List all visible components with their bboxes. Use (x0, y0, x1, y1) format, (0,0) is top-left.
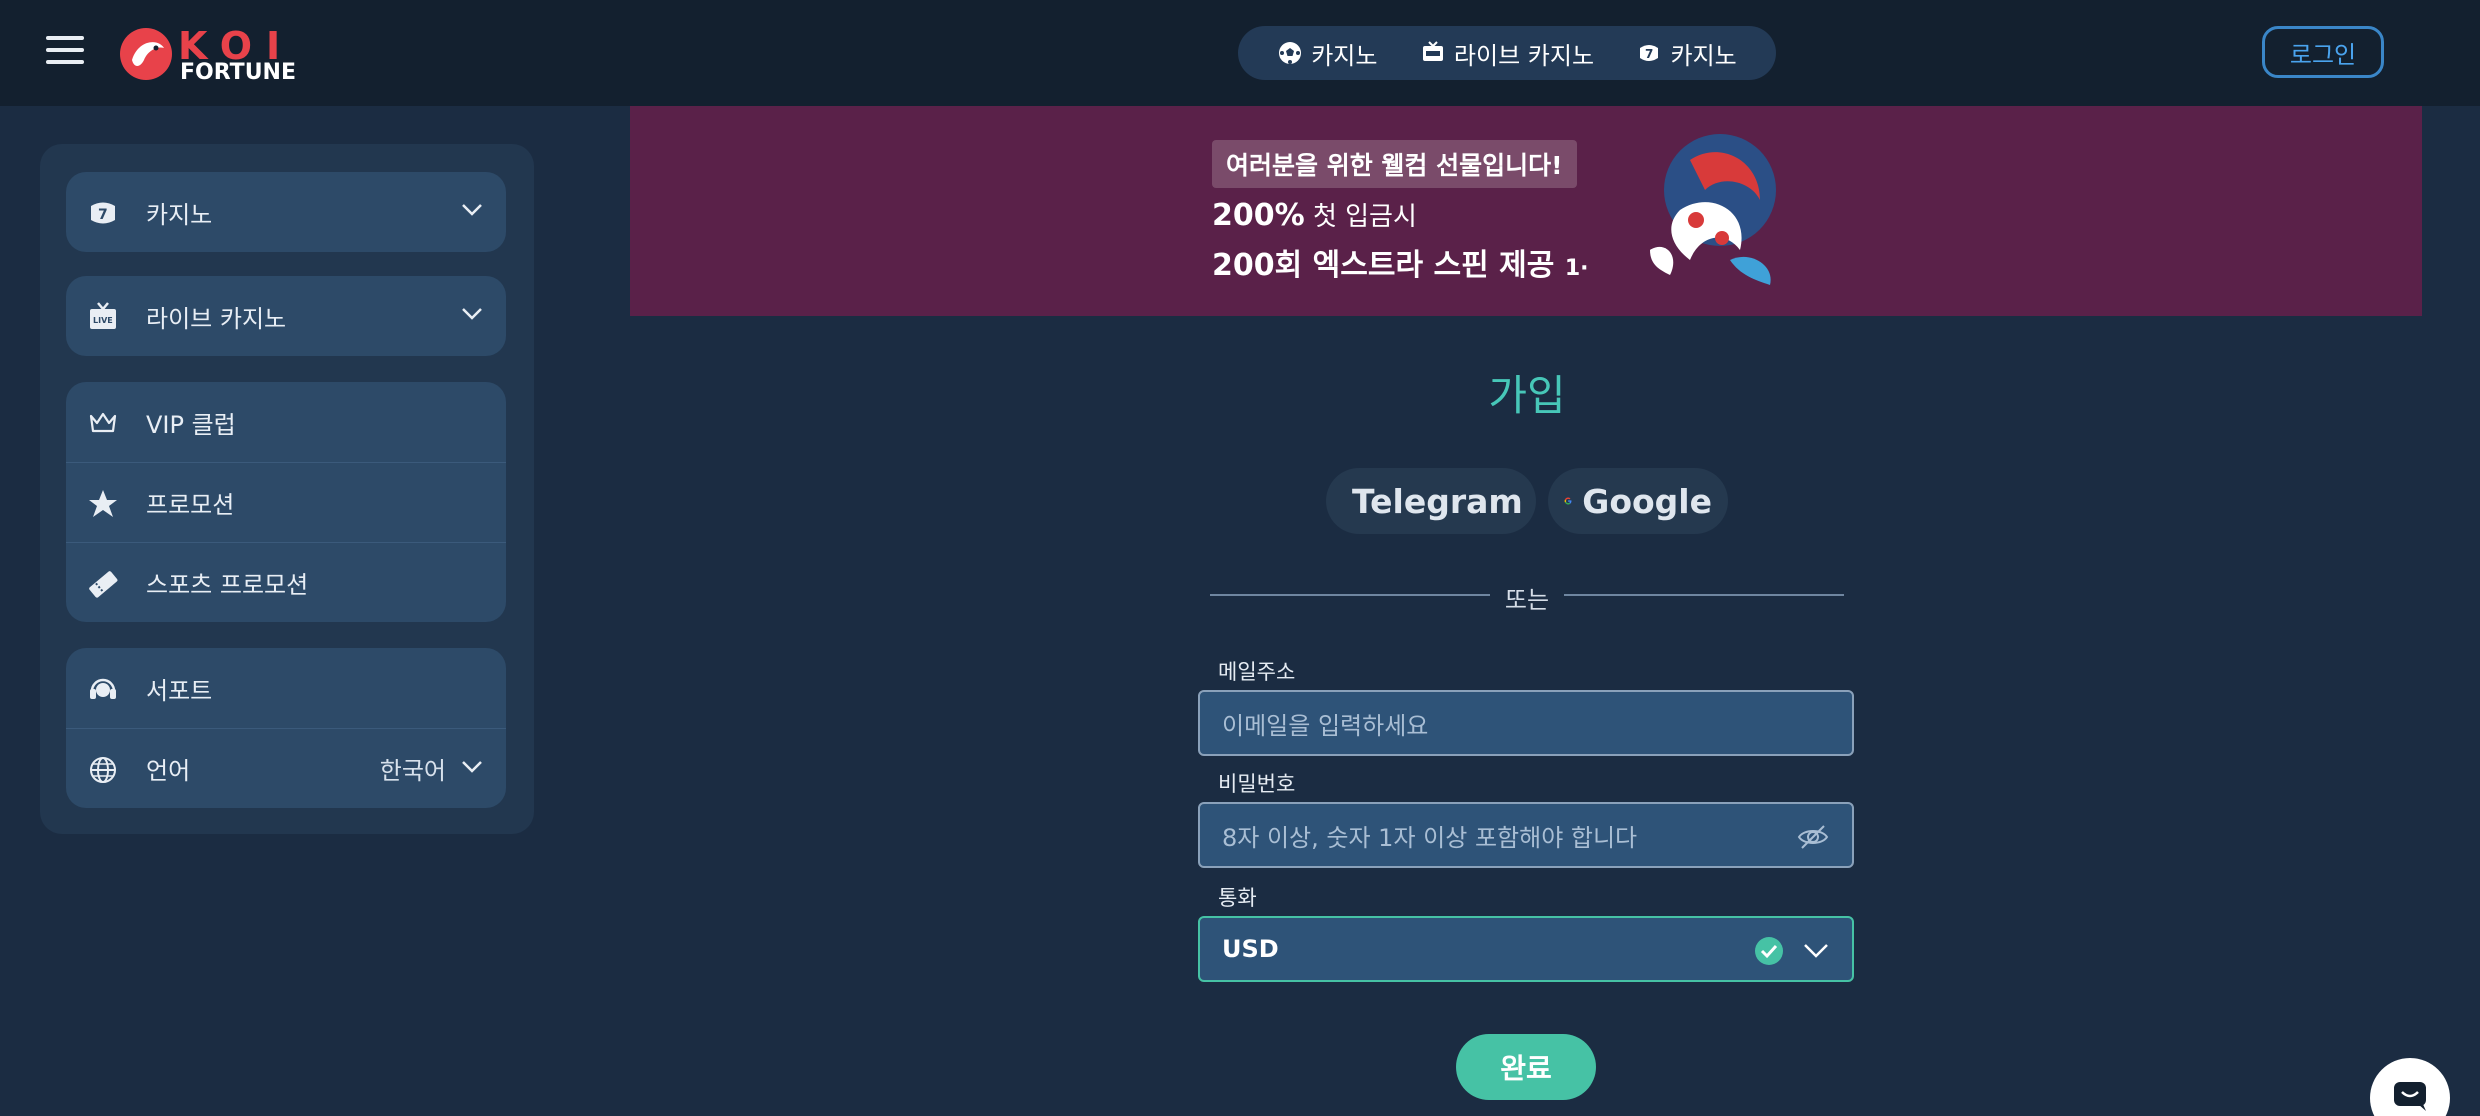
topnav-casino-label: 카지노 (1311, 41, 1378, 70)
star-burst-icon (89, 490, 117, 517)
email-field[interactable]: 이메일을 입력하세요 (1198, 690, 1854, 756)
telegram-label: Telegram (1352, 481, 1523, 521)
check-circle-icon (1755, 937, 1783, 965)
sidebar-item-label: 라이브 카지노 (146, 304, 287, 333)
welcome-banner[interactable]: 여러분을 위한 웰컴 선물입니다! 200% 첫 입금시 200회 엑스트라 스… (630, 106, 2422, 316)
ticket-icon (89, 571, 118, 598)
top-nav: 카지노 라이브 카지노 7 카지노 (1238, 26, 1776, 80)
svg-text:LIVE: LIVE (93, 316, 113, 325)
telegram-login-button[interactable]: Telegram (1326, 468, 1536, 534)
email-placeholder: 이메일을 입력하세요 (1222, 711, 1429, 740)
globe-icon (90, 757, 116, 783)
currency-label: 통화 (1218, 886, 1257, 910)
sidebar-group-live-casino: LIVE 라이브 카지노 (66, 276, 506, 356)
sidebar-item-casino[interactable]: 7 카지노 (66, 172, 506, 252)
chat-support-button[interactable] (2370, 1058, 2450, 1116)
password-label: 비밀번호 (1218, 772, 1296, 796)
password-field[interactable]: 8자 이상, 숫자 1자 이상 포함해야 합니다 (1198, 802, 1854, 868)
chevron-down-icon (1804, 944, 1828, 958)
soccer-ball-icon (1279, 42, 1302, 64)
eye-off-icon[interactable] (1796, 820, 1830, 854)
chevron-down-icon (462, 308, 482, 320)
sidebar-item-sports-promotions[interactable]: 스포츠 프로모션 (66, 542, 506, 622)
hamburger-menu-icon[interactable] (46, 36, 84, 66)
google-login-button[interactable]: Google (1548, 468, 1728, 534)
banner-line2-main: 200회 엑스트라 스핀 제공 (1212, 248, 1555, 283)
sidebar-item-label: 프로모션 (146, 491, 235, 519)
sidebar-item-live-casino[interactable]: LIVE 라이브 카지노 (66, 276, 506, 356)
svg-text:7: 7 (98, 207, 108, 223)
login-button[interactable]: 로그인 (2262, 26, 2384, 78)
google-label: Google (1582, 481, 1712, 521)
google-icon (1564, 497, 1572, 505)
or-divider: 또는 (1210, 580, 1844, 614)
crown-icon (89, 412, 117, 433)
logo-text-fortune: FORTUNE (180, 60, 296, 85)
language-value: 한국어 (379, 757, 446, 785)
koi-fish-illustration (1650, 134, 1776, 285)
sidebar-item-label: 서포트 (146, 676, 213, 705)
topnav-slots[interactable]: 7 카지노 (1636, 36, 1737, 71)
sidebar-group-support: 서포트 언어 한국어 (66, 648, 506, 808)
divider-text: 또는 (1504, 586, 1550, 614)
chat-icon (2394, 1082, 2426, 1111)
sidebar-group-casino: 7 카지노 (66, 172, 506, 252)
topnav-casino[interactable]: 카지노 (1277, 36, 1377, 71)
sidebar-item-language[interactable]: 언어 한국어 (66, 728, 506, 808)
email-label: 메일주소 (1218, 660, 1296, 684)
live-tv-icon: LIVE (90, 302, 116, 329)
live-tv-icon (1422, 41, 1443, 61)
banner-badge: 여러분을 위한 웰컴 선물입니다! (1212, 140, 1577, 188)
svg-text:7: 7 (1645, 47, 1653, 61)
banner-line1-rest: 첫 입금시 (1312, 202, 1417, 232)
slot-seven-icon: 7 (91, 202, 115, 224)
koi-fish-logo-icon (120, 28, 172, 80)
sidebar-item-promotions[interactable]: 프로모션 (66, 462, 506, 542)
password-placeholder: 8자 이상, 숫자 1자 이상 포함해야 합니다 (1222, 823, 1638, 852)
logo[interactable]: KOI FORTUNE (118, 22, 318, 85)
submit-button[interactable]: 완료 (1456, 1034, 1596, 1100)
sidebar-item-vip-club[interactable]: VIP 클럽 (66, 382, 506, 462)
topnav-live-casino[interactable]: 라이브 카지노 (1420, 36, 1594, 71)
slot-seven-icon: 7 (1640, 45, 1659, 61)
chevron-down-icon (462, 204, 482, 216)
signup-title: 가입 (1488, 371, 1566, 420)
topnav-slots-label: 카지노 (1670, 41, 1737, 70)
sidebar: 7 카지노 LIVE 라이브 카지노 VIP 클럽 프로모션 스포츠 프로모션 … (40, 144, 534, 834)
sidebar-item-label: 카지노 (146, 200, 213, 229)
sidebar-group-promotions: VIP 클럽 프로모션 스포츠 프로모션 (66, 382, 506, 622)
sidebar-item-label: VIP 클럽 (146, 410, 236, 439)
banner-line2-suffix: 1· (1564, 256, 1589, 281)
divider-line-right (1564, 594, 1844, 596)
headset-icon (90, 678, 116, 699)
banner-percent: 200% (1212, 198, 1305, 233)
topnav-live-casino-label: 라이브 카지노 (1453, 41, 1595, 70)
banner-line2: 200회 엑스트라 스핀 제공 1· (1212, 240, 1588, 284)
sidebar-item-support[interactable]: 서포트 (66, 648, 506, 728)
sidebar-item-label: 언어 (146, 757, 191, 785)
chevron-down-icon (462, 761, 482, 773)
currency-select[interactable]: USD (1198, 916, 1854, 982)
top-bar: KOI FORTUNE 카지노 라이브 카지노 7 카지노 로그인 (0, 0, 2480, 106)
banner-line1: 200% 첫 입금시 (1212, 196, 1417, 233)
sidebar-item-label: 스포츠 프로모션 (146, 571, 309, 599)
currency-value: USD (1222, 935, 1279, 963)
